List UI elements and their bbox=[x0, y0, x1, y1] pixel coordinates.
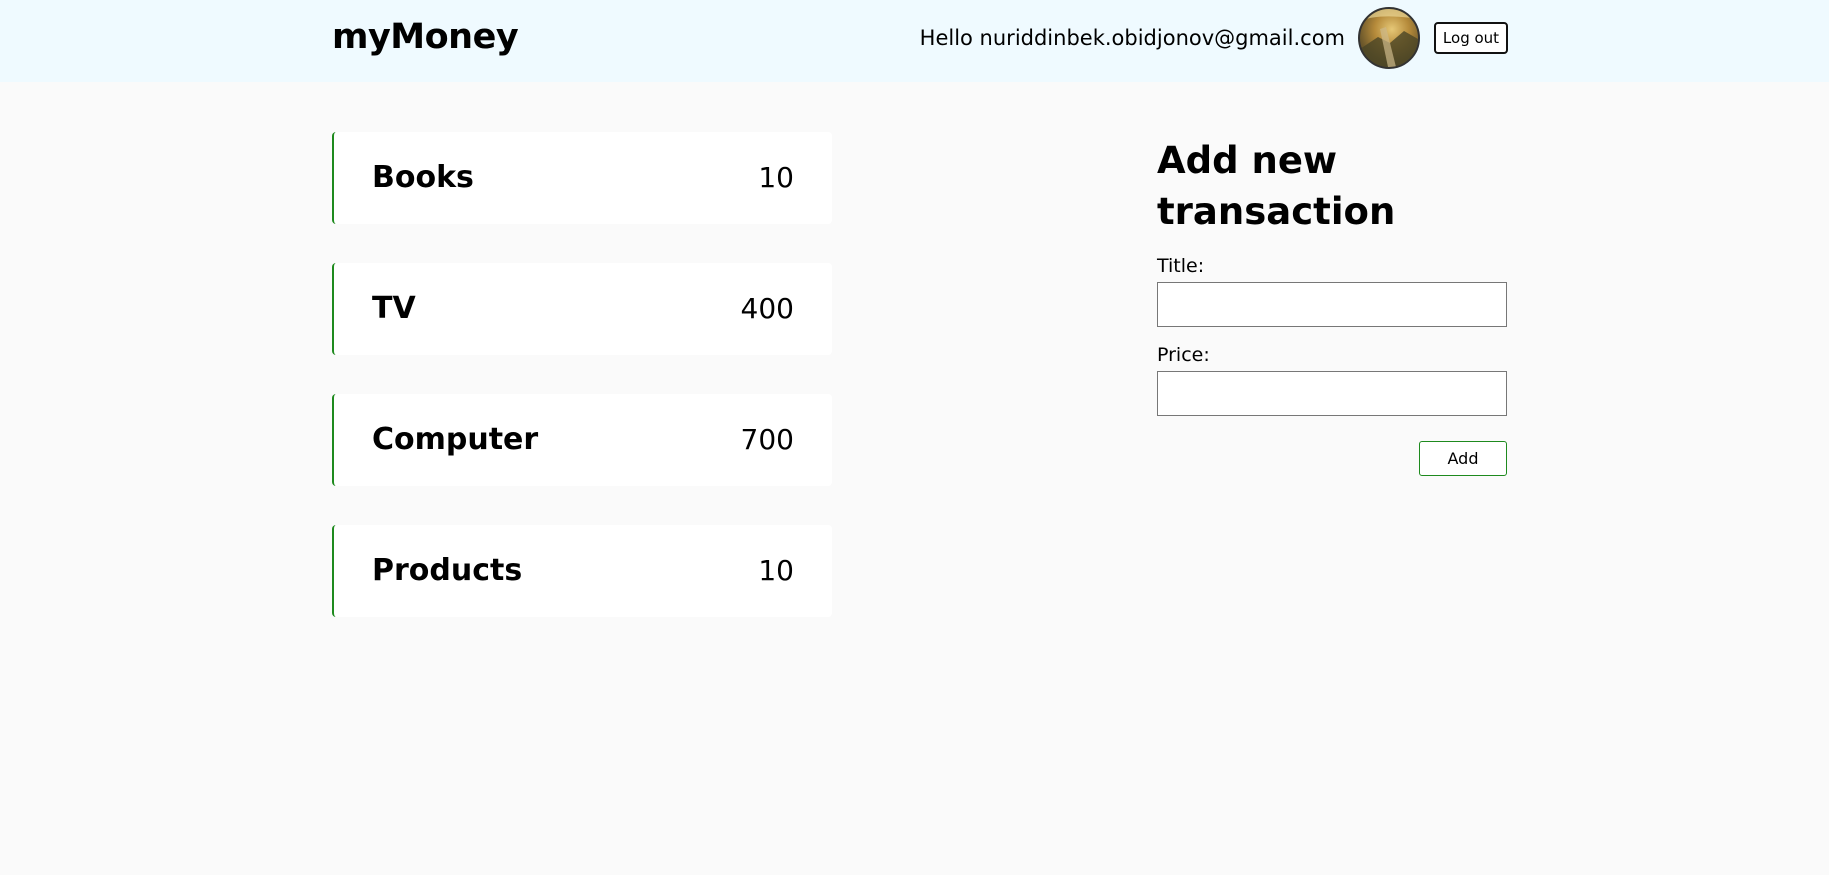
navbar: myMoney Hello nuriddinbek.obidjonov@gmai… bbox=[0, 0, 1829, 82]
user-avatar bbox=[1358, 7, 1420, 69]
brand-logo[interactable]: myMoney bbox=[332, 16, 519, 58]
transaction-list: Books 10 TV 400 Computer 700 Products 10 bbox=[332, 132, 832, 656]
logout-button[interactable]: Log out bbox=[1434, 22, 1508, 54]
transaction-item: Books 10 bbox=[332, 132, 832, 224]
transaction-amount: 400 bbox=[740, 292, 794, 325]
price-input[interactable] bbox=[1157, 371, 1507, 416]
price-label: Price: bbox=[1157, 344, 1210, 366]
transaction-title: Products bbox=[372, 553, 523, 588]
transaction-amount: 10 bbox=[758, 554, 794, 587]
title-label: Title: bbox=[1157, 255, 1205, 277]
transaction-title: Books bbox=[372, 160, 474, 195]
add-button[interactable]: Add bbox=[1419, 441, 1507, 476]
transaction-item: TV 400 bbox=[332, 263, 832, 355]
avatar-photo-icon bbox=[1360, 9, 1418, 67]
transaction-amount: 10 bbox=[758, 161, 794, 194]
transaction-title: TV bbox=[372, 291, 416, 326]
transaction-item: Computer 700 bbox=[332, 394, 832, 486]
title-input[interactable] bbox=[1157, 282, 1507, 327]
add-transaction-form: Add new transaction Title: Price: Add bbox=[1157, 135, 1507, 476]
transaction-item: Products 10 bbox=[332, 525, 832, 617]
transaction-title: Computer bbox=[372, 422, 539, 457]
user-greeting: Hello nuriddinbek.obidjonov@gmail.com bbox=[919, 26, 1345, 50]
transaction-amount: 700 bbox=[740, 423, 794, 456]
form-heading: Add new transaction bbox=[1157, 139, 1396, 233]
